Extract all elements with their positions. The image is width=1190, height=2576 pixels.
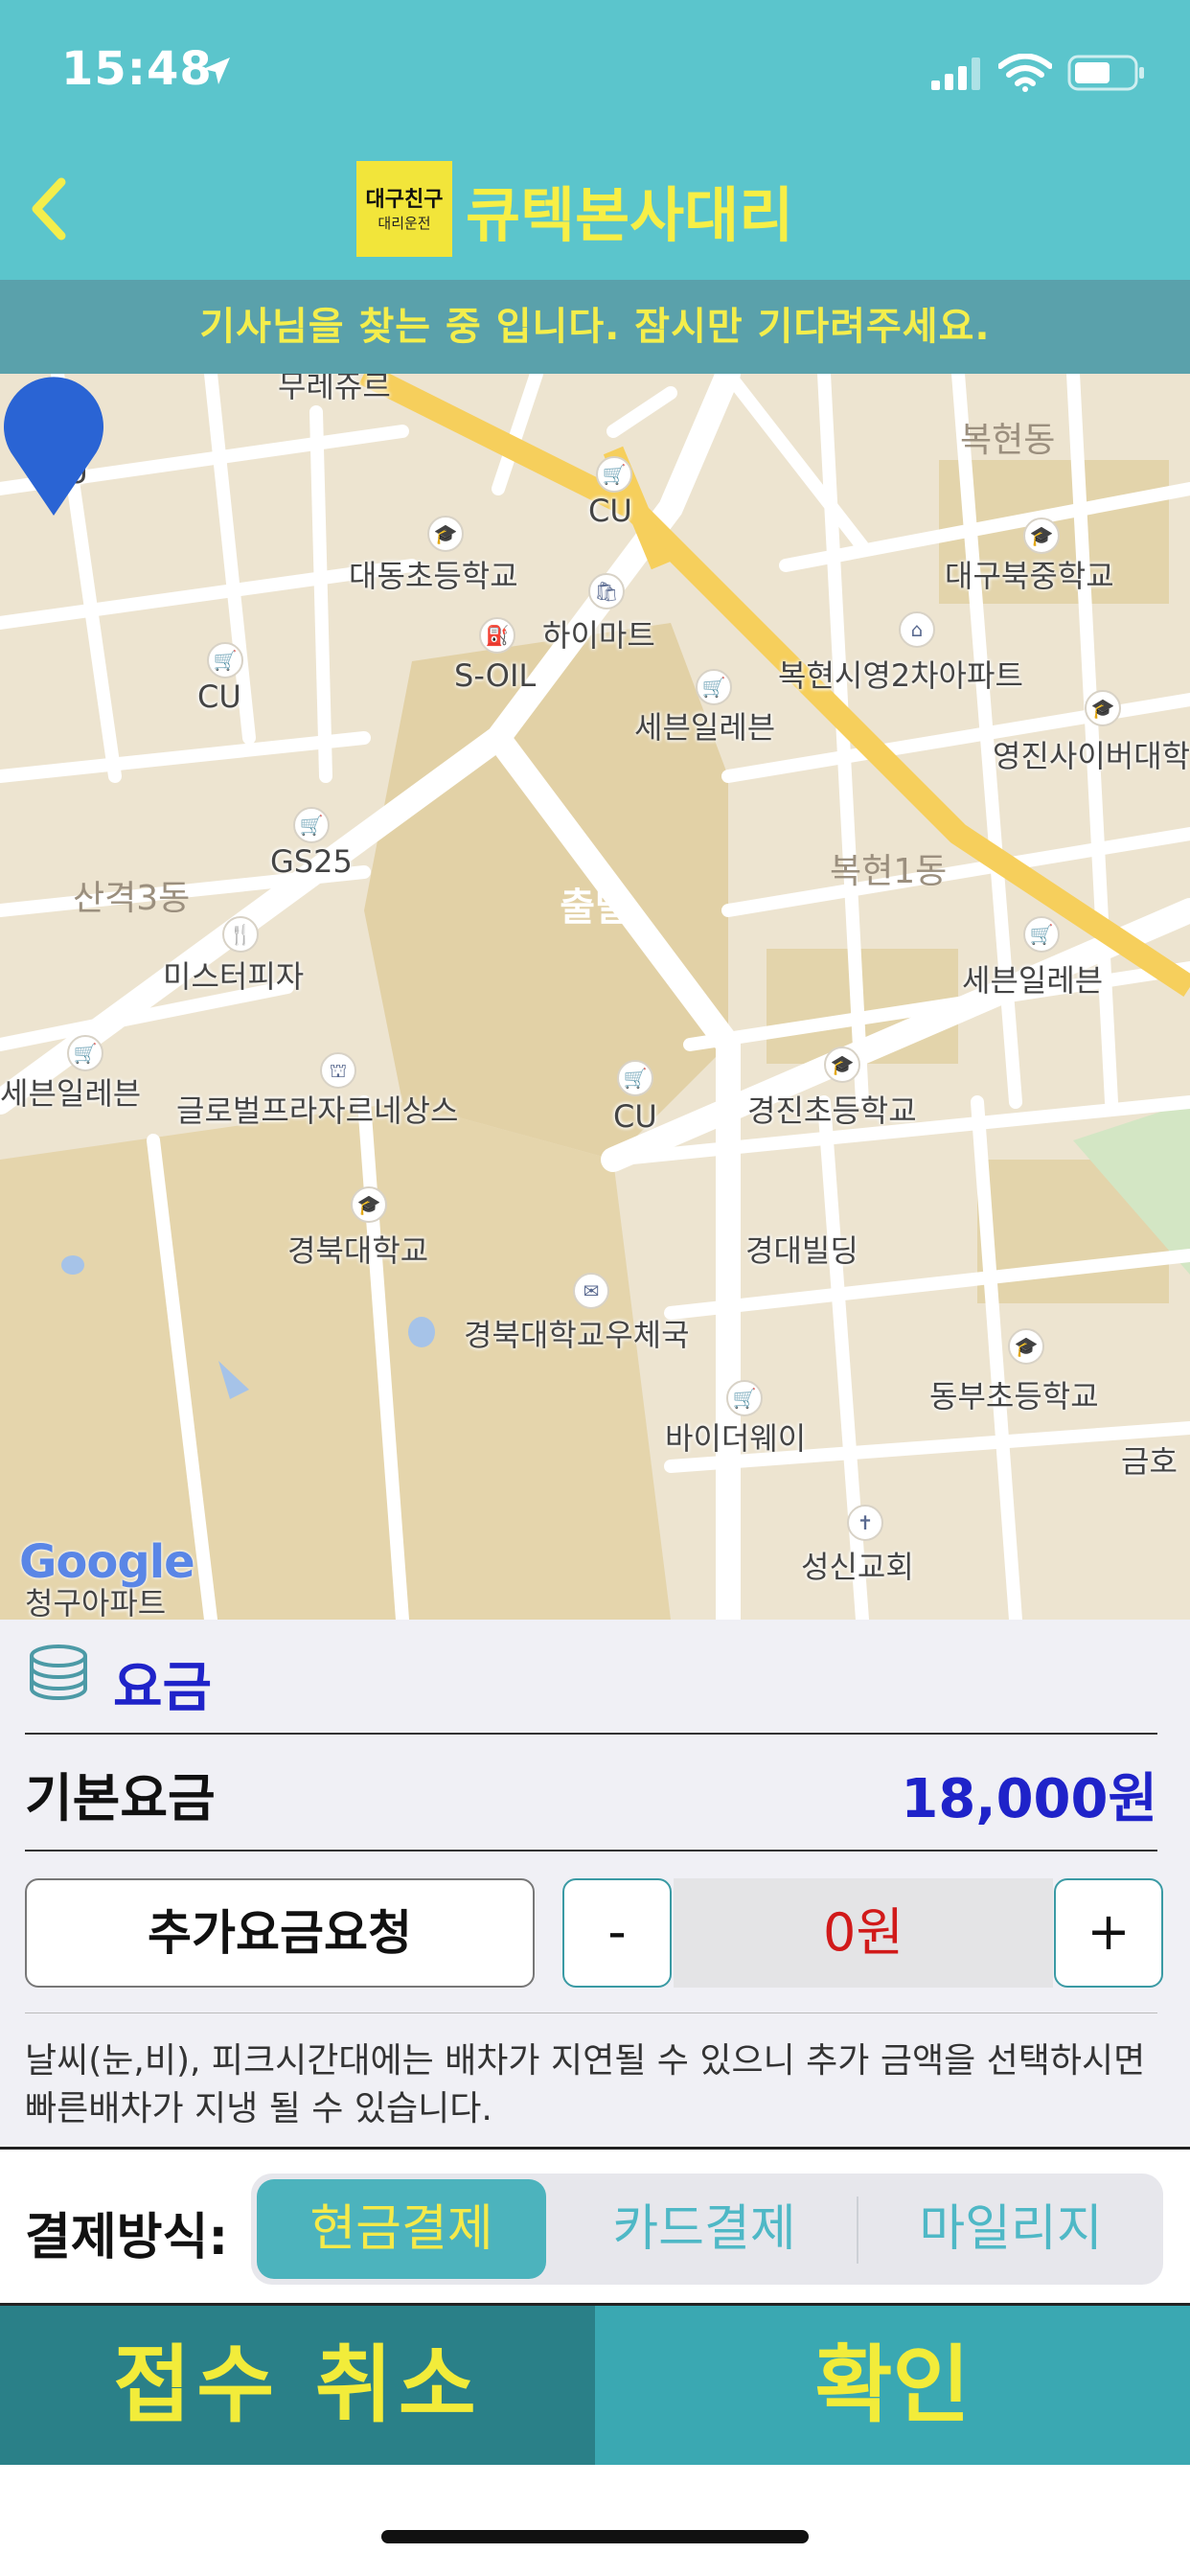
payment-option-mileage[interactable]: 마일리지 [862, 2179, 1159, 2279]
extra-fare-request-button[interactable]: 추가요금요청 [25, 1878, 535, 1988]
map-label: 금호 [1121, 1443, 1178, 1480]
school-icon: 🎓 [1008, 1328, 1044, 1365]
map-label: 세븐일레븐 [962, 962, 1104, 999]
map-label: 동부초등학교 [929, 1378, 1099, 1414]
base-fare-value: 18,000원 [901, 1768, 1157, 1830]
landmark-icon: ⛫ [320, 1052, 356, 1089]
map-label: 경대빌딩 [745, 1232, 858, 1269]
signal-icon [931, 58, 980, 90]
map-label: 성신교회 [801, 1549, 914, 1585]
home-indicator[interactable] [381, 2530, 809, 2543]
start-pin-icon[interactable] [0, 374, 107, 518]
school-icon: 🎓 [351, 1186, 387, 1223]
convenience-store-icon: 🛒 [293, 807, 330, 843]
map-label: 복현동 [960, 421, 1056, 460]
convenience-store-icon: 🛒 [617, 1060, 653, 1096]
gas-station-icon: ⛽ [479, 617, 515, 654]
map-label: 대구북중학교 [945, 558, 1114, 594]
confirm-button[interactable]: 확인 [595, 2306, 1190, 2465]
payment-option-cash[interactable]: 현금결제 [257, 2179, 546, 2279]
decrease-button[interactable]: - [562, 1878, 672, 1988]
home-icon: ⌂ [899, 611, 935, 648]
coins-icon [30, 1644, 87, 1700]
divider [25, 2012, 1157, 2013]
cancel-request-button[interactable]: 접수 취소 [0, 2306, 595, 2465]
brand-logo: 대구친구 대리운전 [356, 161, 452, 257]
map-label: 바이더웨이 [665, 1420, 807, 1457]
wifi-icon [998, 54, 1052, 92]
app-title: 큐텍본사대리 [466, 180, 794, 250]
map-label: CU [197, 678, 241, 715]
map-label: 경북대학교 [287, 1232, 429, 1269]
map-label: 글로벌프라자르네상스 [176, 1092, 459, 1129]
map-label: 경진초등학교 [747, 1092, 917, 1129]
extra-fare-amount: 0원 [674, 1878, 1053, 1988]
payment-option-card[interactable]: 카드결제 [552, 2179, 857, 2279]
school-icon: 🎓 [427, 516, 464, 552]
logo-top-text: 대구친구 [365, 188, 444, 212]
fare-title: 요금 [113, 1657, 213, 1719]
school-icon: 🎓 [1085, 690, 1121, 726]
convenience-store-icon: 🛒 [696, 669, 732, 705]
divider [25, 1850, 1157, 1852]
logo-bottom-text: 대리운전 [378, 215, 431, 232]
map-label: CU [588, 493, 632, 529]
map-label: 경북대학교우체국 [464, 1317, 690, 1353]
map-label: S-OIL [454, 657, 537, 694]
map-label: 세븐일레븐 [634, 709, 776, 746]
base-fare-label: 기본요금 [25, 1768, 216, 1828]
back-chevron-icon[interactable] [23, 171, 77, 247]
battery-icon [1067, 55, 1144, 91]
convenience-store-icon: 🛒 [596, 456, 632, 493]
church-icon: ✝ [847, 1505, 883, 1541]
shopping-icon: 🛍 [588, 573, 625, 610]
map-label: 영진사이버대학 [993, 738, 1190, 774]
map-label: 무레쥬르 [278, 374, 391, 404]
increase-button[interactable]: + [1054, 1878, 1163, 1988]
google-logo: Google [19, 1535, 195, 1589]
map-label: 복현1동 [830, 852, 948, 891]
school-icon: 🎓 [824, 1046, 860, 1083]
convenience-store-icon: 🛒 [67, 1035, 103, 1071]
location-arrow-icon [203, 58, 230, 84]
map-label: 미스터피자 [163, 958, 305, 995]
start-pin-label: 출발 [560, 886, 630, 930]
segment-divider [857, 2196, 858, 2264]
payment-label: 결제방식: [25, 2209, 229, 2266]
post-office-icon: ✉ [573, 1273, 609, 1309]
map-label: CU [613, 1098, 657, 1135]
divider [25, 1733, 1157, 1735]
map-label: 세븐일레븐 [0, 1075, 142, 1112]
convenience-store-icon: 🛒 [207, 642, 243, 678]
restaurant-icon: 🍴 [222, 916, 259, 953]
status-time: 15:48 [61, 42, 213, 96]
map-label: 복현시영2차아파트 [778, 657, 1023, 694]
map-label: GS25 [270, 843, 353, 880]
school-icon: 🎓 [1023, 518, 1060, 554]
map-label: 하이마트 [542, 617, 655, 654]
map-label: 산격3동 [73, 879, 191, 918]
convenience-store-icon: 🛒 [726, 1380, 763, 1416]
fare-note: 날씨(눈,비), 피크시간대에는 배차가 지연될 수 있으니 추가 금액을 선택… [25, 2041, 1146, 2128]
status-banner: 기사님을 찾는 중 입니다. 잠시만 기다려주세요. [0, 280, 1190, 374]
map-view[interactable]: 🛒 🛒 🎓 🛍 ⛽ 🛒 🛒 🎓 ⌂ 🎓 🛒 🍴 🛒 🛒 ⛫ 🛒 🎓 🎓 ✉ 🎓 … [0, 374, 1190, 1620]
map-label: 대동초등학교 [349, 558, 518, 594]
convenience-store-icon: 🛒 [1023, 916, 1060, 953]
